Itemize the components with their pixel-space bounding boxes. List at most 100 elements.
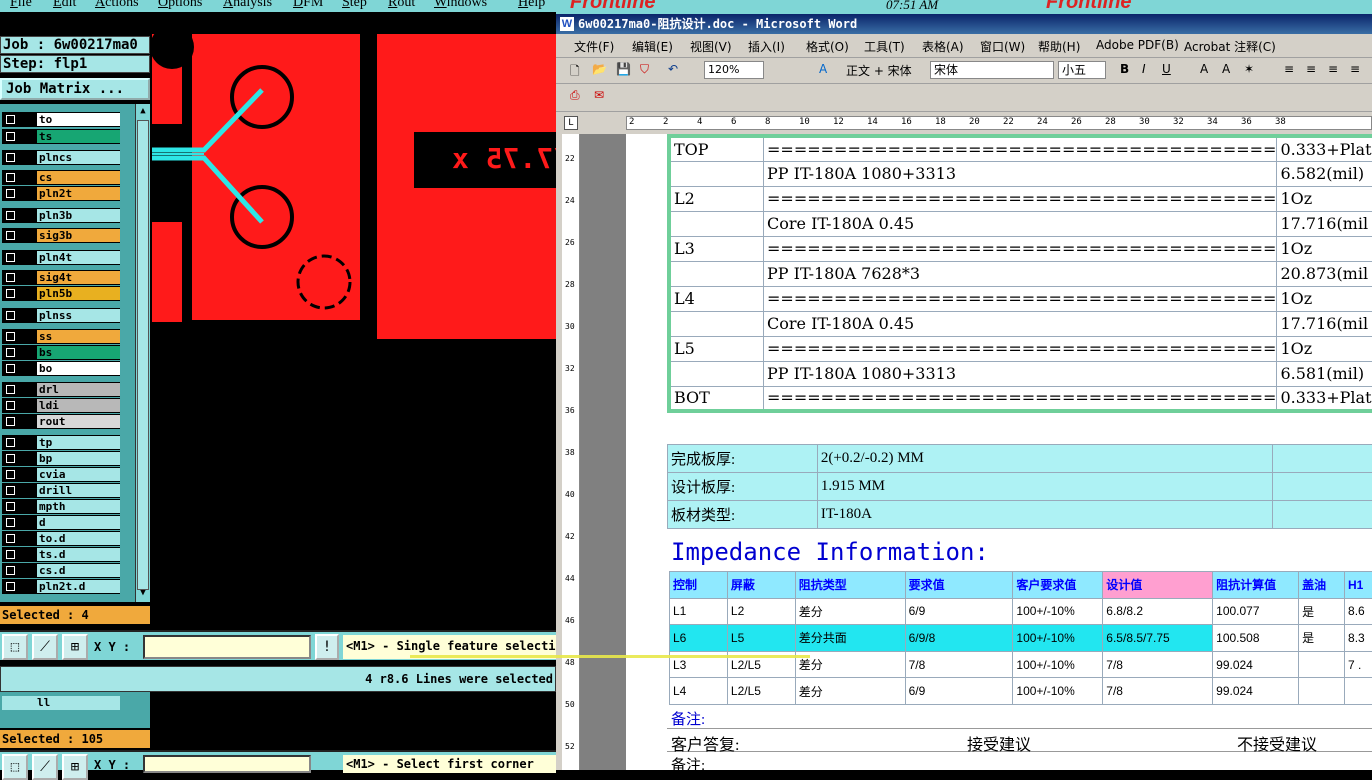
layer-name[interactable]: ts [37, 130, 120, 143]
menu-view-cn[interactable]: 视图(V) [690, 38, 732, 55]
table-cell[interactable] [669, 261, 764, 286]
layer-name[interactable]: tp [37, 436, 120, 449]
menu-windows[interactable]: Windows [434, 0, 487, 11]
job-matrix-button[interactable]: Job Matrix ... [0, 78, 150, 100]
layer-row[interactable]: bo [2, 361, 120, 376]
menu-help-cn[interactable]: 帮助(H) [1038, 38, 1080, 55]
measure-icon-2[interactable]: ⟋ [32, 754, 58, 780]
table-cell[interactable]: ====================================== [764, 386, 1277, 411]
layer-name[interactable]: drl [37, 383, 120, 396]
table-cell[interactable]: ====================================== [764, 336, 1277, 361]
layer-checkbox[interactable] [6, 454, 15, 463]
menu-actions[interactable]: Actions [95, 0, 139, 11]
pdf-mail-icon[interactable]: ✉ [594, 88, 604, 102]
layer-name[interactable]: plncs [37, 151, 120, 164]
zoom-area-icon-2[interactable]: ⬚ [2, 754, 28, 780]
table-cell[interactable]: 17.716(mil [1277, 311, 1372, 336]
layer-name[interactable]: drill [37, 484, 120, 497]
align-center-icon[interactable]: ≡ [1306, 62, 1316, 76]
layer-row[interactable]: drill [2, 483, 120, 498]
underline-icon[interactable]: U [1162, 62, 1171, 76]
table-cell[interactable] [1273, 473, 1372, 501]
table-cell[interactable] [1299, 651, 1345, 678]
table-cell[interactable]: 7/8 [905, 651, 1013, 678]
table-cell[interactable]: L2 [727, 598, 795, 625]
layer-checkbox[interactable] [6, 231, 15, 240]
pdf-convert-icon[interactable]: ⎙ [570, 88, 580, 103]
permission-icon[interactable]: ⛉ [640, 62, 649, 77]
layer-row[interactable]: drl [2, 382, 120, 397]
layer-checkbox[interactable] [6, 534, 15, 543]
tab-stop-icon[interactable]: L [564, 116, 578, 130]
menu-analysis[interactable]: Analysis [223, 0, 272, 11]
layer-checkbox[interactable] [6, 502, 15, 511]
layer-row[interactable]: pln5b [2, 286, 120, 301]
layer-row[interactable]: pln2t.d [2, 579, 120, 594]
layer-name[interactable]: sig3b [37, 229, 120, 242]
styles-icon[interactable]: A [819, 62, 827, 76]
table-cell[interactable]: ====================================== [764, 286, 1277, 311]
bold-icon[interactable]: B [1120, 62, 1129, 76]
table-cell[interactable]: IT-180A [817, 501, 1272, 529]
menu-tools-cn[interactable]: 工具(T) [864, 38, 905, 55]
layer-name[interactable]: to [37, 113, 120, 126]
menu-dfm[interactable]: DFM [293, 0, 323, 11]
layer-row[interactable]: rout [2, 414, 120, 429]
layer-checkbox[interactable] [6, 486, 15, 495]
justify-icon[interactable]: ≡ [1350, 62, 1360, 76]
table-cell[interactable]: 是 [1299, 598, 1345, 625]
table-cell[interactable]: PP IT-180A 1080+3313 [764, 361, 1277, 386]
table-cell[interactable]: 控制 [670, 572, 728, 599]
table-cell[interactable]: 100.077 [1213, 598, 1299, 625]
save-icon[interactable]: 💾 [616, 62, 631, 76]
menu-options[interactable]: Options [158, 0, 202, 11]
layer-checkbox[interactable] [6, 550, 15, 559]
layer-row[interactable]: ldi [2, 398, 120, 413]
layer-row[interactable]: cvia [2, 467, 120, 482]
table-cell[interactable]: 6.5/8.5/7.75 [1103, 625, 1213, 652]
layer-name[interactable]: to.d [37, 532, 120, 545]
table-cell[interactable]: 7/8 [1103, 678, 1213, 705]
layer-checkbox[interactable] [6, 289, 15, 298]
menu-step[interactable]: Step [342, 0, 367, 11]
table-cell[interactable] [1273, 445, 1372, 473]
table-cell[interactable]: 完成板厚: [668, 445, 818, 473]
table-cell[interactable]: 1Oz [1277, 186, 1372, 211]
layer-name[interactable]: ss [37, 330, 120, 343]
layer-row[interactable]: plnss [2, 308, 120, 323]
layer-name[interactable]: ldi [37, 399, 120, 412]
table-cell[interactable]: 设计板厚: [668, 473, 818, 501]
measure-icon[interactable]: ⟋ [32, 634, 58, 660]
table-cell[interactable]: PP IT-180A 1080+3313 [764, 161, 1277, 186]
layer-name[interactable]: bo [37, 362, 120, 375]
layer-row[interactable]: pln4t [2, 250, 120, 265]
table-cell[interactable]: 20.873(mil [1277, 261, 1372, 286]
layer-checkbox[interactable] [6, 470, 15, 479]
menu-file[interactable]: File [10, 0, 32, 11]
layer-name[interactable]: pln2t [37, 187, 120, 200]
table-cell[interactable]: L3 [669, 236, 764, 261]
table-cell[interactable]: 8.3 [1345, 625, 1372, 652]
layer-name[interactable]: pln3b [37, 209, 120, 222]
layer-row[interactable]: cs [2, 170, 120, 185]
list-item[interactable]: ll [2, 696, 120, 710]
layer-checkbox[interactable] [6, 132, 15, 141]
reject-option[interactable]: 不接受建议 [1237, 731, 1317, 755]
table-cell[interactable]: 0.333+Plat [1277, 136, 1372, 161]
table-cell[interactable] [1345, 678, 1372, 705]
menu-help[interactable]: Help [518, 0, 545, 11]
layer-checkbox[interactable] [6, 311, 15, 320]
layer-checkbox[interactable] [6, 115, 15, 124]
layer-row[interactable]: pln2t [2, 186, 120, 201]
layer-checkbox[interactable] [6, 273, 15, 282]
table-cell[interactable]: 屏蔽 [727, 572, 795, 599]
layer-row[interactable]: tp [2, 435, 120, 450]
accept-option[interactable]: 接受建议 [967, 731, 1031, 755]
table-cell[interactable] [1273, 501, 1372, 529]
table-cell[interactable]: 1Oz [1277, 236, 1372, 261]
table-cell[interactable]: 差分 [795, 598, 905, 625]
menu-rout[interactable]: Rout [388, 0, 415, 11]
table-cell[interactable]: ====================================== [764, 136, 1277, 161]
table-cell[interactable]: L1 [670, 598, 728, 625]
table-cell[interactable]: 差分共面 [795, 625, 905, 652]
